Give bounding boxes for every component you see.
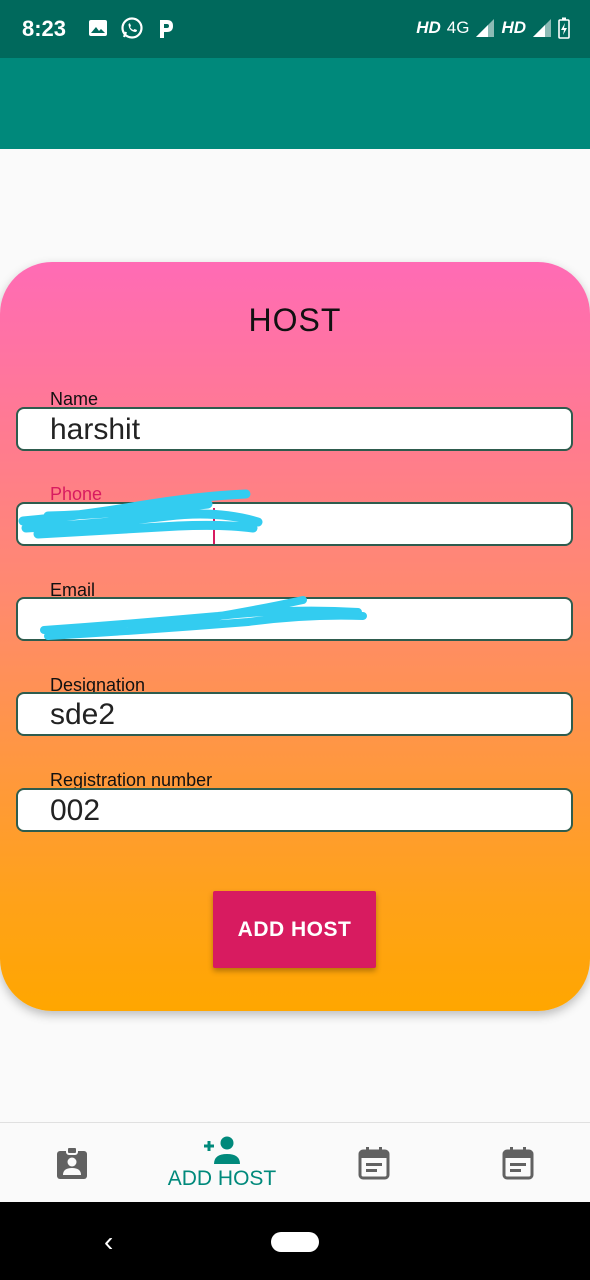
phone-field[interactable] [16, 502, 573, 546]
back-icon[interactable]: ‹ [104, 1226, 113, 1258]
email-field[interactable] [16, 597, 573, 641]
event-note-icon [502, 1147, 534, 1180]
event-note-icon [358, 1147, 390, 1180]
p-icon [160, 20, 173, 38]
designation-field[interactable]: sde2 [16, 692, 573, 736]
system-navigation-bar: ‹ [0, 1202, 590, 1280]
status-bar: 8:23 HD 4G HD [0, 0, 590, 58]
status-time: 8:23 [22, 16, 67, 41]
notification-icons [88, 16, 176, 40]
nav-item-event-note[interactable] [334, 1123, 414, 1203]
whatsapp-icon [121, 17, 143, 39]
bottom-navigation: ADD HOST [0, 1122, 590, 1202]
image-icon [89, 20, 107, 36]
nav-label-add-host: ADD HOST [167, 1167, 277, 1190]
designation-value: sde2 [50, 698, 116, 731]
name-field[interactable]: harshit [16, 407, 573, 451]
network-label-left: HD [416, 18, 441, 37]
add-host-button[interactable]: ADD HOST [213, 891, 376, 968]
signal-icon [533, 19, 551, 37]
badge-icon [57, 1146, 87, 1179]
name-value: harshit [50, 413, 141, 446]
person-add-icon [204, 1136, 240, 1164]
nav-item-event-note-2[interactable] [478, 1123, 558, 1203]
system-status-icons: HD 4G HD [416, 17, 570, 39]
text-cursor [213, 508, 215, 544]
form-title: HOST [248, 302, 342, 338]
network-label-right: HD [501, 18, 526, 37]
host-form-card: HOST Name harshit Phone Email Designatio… [0, 262, 590, 1011]
nav-item-add-host[interactable]: ADD HOST [162, 1123, 282, 1203]
nav-item-badge[interactable] [32, 1123, 112, 1203]
battery-icon [558, 17, 570, 39]
signal-icon [476, 19, 495, 37]
home-pill-icon[interactable] [271, 1232, 319, 1252]
network-type-label: 4G [446, 18, 470, 37]
registration-field[interactable]: 002 [16, 788, 573, 832]
registration-value: 002 [50, 794, 101, 827]
app-bar [0, 58, 590, 149]
